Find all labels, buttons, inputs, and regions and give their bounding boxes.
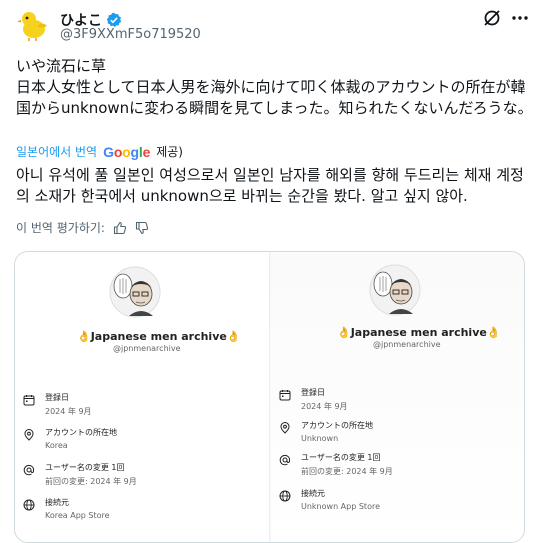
more-options-icon[interactable]	[510, 8, 530, 28]
row-title: 接続元	[301, 489, 325, 498]
profile-name: 👌Japanese men archive👌	[77, 330, 241, 343]
attached-image[interactable]: 👌Japanese men archive👌 @jpnmenarchive 登録…	[14, 251, 525, 543]
ok-hand-icon: 👌	[77, 330, 91, 343]
globe-icon	[279, 490, 291, 502]
info-row-connected-via: 接続元 Korea App Store	[23, 497, 110, 520]
google-logo: Google	[103, 143, 151, 160]
row-value: Unknown	[301, 434, 339, 443]
row-value: 前回の変更: 2024 年 9月	[301, 467, 393, 476]
row-title: 接続元	[45, 498, 69, 507]
info-row-username-changes: ユーザー名の変更 1回前回の変更: 2024 年 9月	[23, 462, 137, 487]
translation-attribution: 일본어에서 번역 Google 제공)	[16, 143, 183, 160]
profile-panel-after: 👌Japanese men archive👌 @jpnmenarchive 登録…	[271, 252, 524, 542]
thumbs-down-icon[interactable]	[135, 221, 149, 235]
globe-icon	[23, 499, 35, 511]
profile-name: 👌Japanese men archive👌	[337, 326, 501, 339]
profile-picture	[109, 266, 161, 318]
at-icon	[279, 454, 291, 466]
verified-badge-icon	[106, 12, 122, 27]
profile-picture	[369, 264, 421, 316]
calendar-icon	[23, 395, 35, 406]
info-row-joined: 登録日 2024 年 9月	[23, 392, 92, 417]
grok-icon[interactable]	[482, 8, 502, 28]
profile-name-text: Japanese men archive	[350, 326, 487, 339]
row-value: Korea	[45, 441, 68, 450]
row-value: 前回の変更: 2024 年 9月	[45, 477, 137, 486]
avatar[interactable]	[16, 8, 50, 42]
row-title: ユーザー名の変更 1回	[301, 453, 381, 462]
row-title: アカウントの所在地	[301, 421, 373, 430]
thumbs-up-icon[interactable]	[113, 221, 127, 235]
rate-translation: 이 번역 평가하기:	[16, 219, 149, 236]
profile-handle: @jpnmenarchive	[373, 340, 441, 349]
row-value: Korea App Store	[45, 511, 110, 520]
profile-handle: @jpnmenarchive	[113, 344, 181, 353]
ok-hand-icon: 👌	[337, 326, 351, 339]
info-row-connected-via: 接続元 Unknown App Store	[279, 488, 380, 511]
ok-hand-icon: 👌	[226, 330, 241, 343]
ok-hand-icon: 👌	[486, 326, 501, 339]
tweet-header: ひよこ @3F9XXmF5o719520	[16, 8, 534, 44]
location-icon	[24, 429, 34, 441]
at-icon	[23, 464, 35, 476]
row-value: 2024 年 9月	[301, 402, 348, 411]
row-title: 登録日	[301, 388, 325, 397]
provided-label: 제공)	[156, 145, 183, 159]
profile-panel-before: 👌Japanese men archive👌 @jpnmenarchive 登録…	[15, 252, 270, 542]
rate-translation-label: 이 번역 평가하기:	[16, 221, 105, 235]
tweet-text: いや流石に草 日本人女性として日本人男を海外に向けて叩く体裁のアカウントの所在が…	[16, 56, 536, 119]
translated-from-link[interactable]: 일본어에서 번역	[16, 143, 97, 160]
info-row-joined: 登録日 2024 年 9月	[279, 387, 348, 412]
calendar-icon	[279, 390, 291, 401]
translated-tweet-text: 아니 유석에 풀 일본인 여성으로서 일본인 남자를 해외를 향해 두드리는 체…	[16, 166, 524, 205]
info-row-username-changes: ユーザー名の変更 1回前回の変更: 2024 年 9月	[279, 452, 393, 477]
info-row-location: アカウントの所在地 Unknown	[279, 420, 373, 443]
tweet-text-ja: いや流石に草 日本人女性として日本人男を海外に向けて叩く体裁のアカウントの所在が…	[16, 57, 533, 117]
row-value: 2024 年 9月	[45, 407, 92, 416]
row-title: ユーザー名の変更 1回	[45, 463, 125, 472]
row-value: Unknown App Store	[301, 502, 380, 511]
user-handle[interactable]: @3F9XXmF5o719520	[60, 27, 201, 42]
location-icon	[280, 422, 290, 434]
profile-name-text: Japanese men archive	[90, 330, 227, 343]
row-title: アカウントの所在地	[45, 428, 117, 437]
info-row-location: アカウントの所在地 Korea	[23, 427, 117, 450]
row-title: 登録日	[45, 393, 69, 402]
